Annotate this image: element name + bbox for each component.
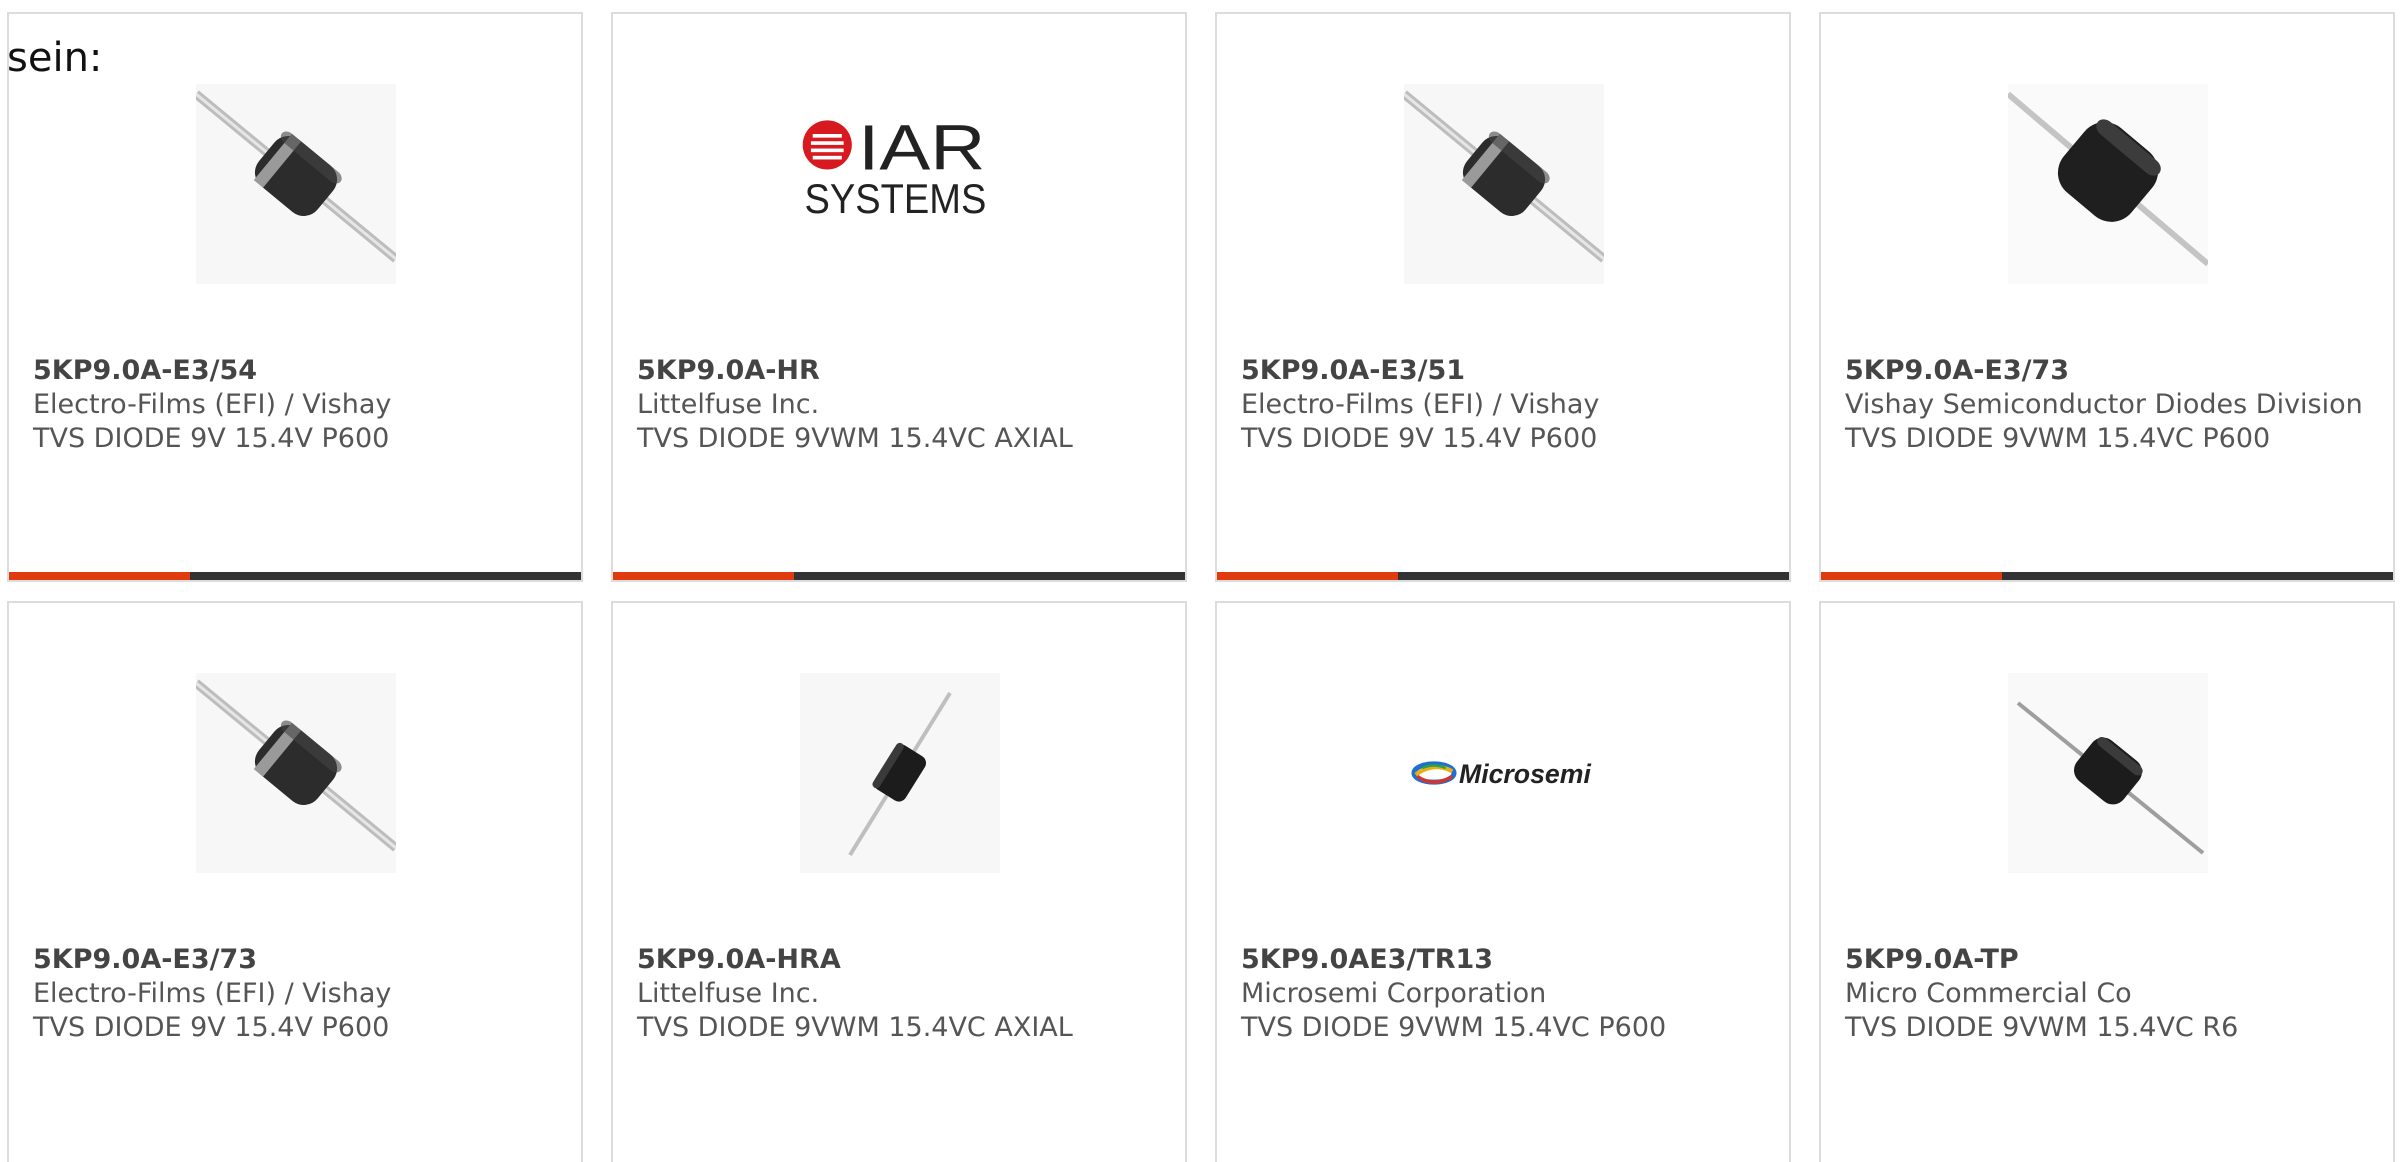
iar-systems-logo: IAR SYSTEMS bbox=[802, 112, 987, 222]
product-image[interactable] bbox=[196, 673, 396, 873]
product-info: 5KP9.0A-E3/73 Vishay Semiconductor Diode… bbox=[1845, 354, 2369, 456]
intro-text: sein: bbox=[7, 35, 103, 81]
part-number-link[interactable]: 5KP9.0A-E3/73 bbox=[33, 943, 557, 977]
part-number-link[interactable]: 5KP9.0A-E3/54 bbox=[33, 354, 557, 388]
product-card[interactable]: 5KP9.0A-TP Micro Commercial Co TVS DIODE… bbox=[1819, 601, 2395, 1162]
card-bar-accent bbox=[1821, 572, 2002, 580]
manufacturer: Electro-Films (EFI) / Vishay bbox=[33, 978, 392, 1009]
axial-diode-small-icon bbox=[800, 673, 1000, 873]
microsemi-logo-word: Microsemi bbox=[1459, 759, 1591, 789]
manufacturer: Electro-Films (EFI) / Vishay bbox=[1241, 389, 1600, 420]
card-progress-bar bbox=[1217, 572, 1789, 580]
card-bar-accent bbox=[613, 572, 794, 580]
card-progress-bar bbox=[1821, 572, 2393, 580]
card-bar-accent bbox=[9, 572, 190, 580]
product-card[interactable]: Microsemi 5KP9.0AE3/TR13 Microsemi Corpo… bbox=[1215, 601, 1791, 1162]
page: sein: 5KP9.0A-E3/54 Electro-Films (EFI) … bbox=[0, 0, 2400, 1162]
part-number-link[interactable]: 5KP9.0A-E3/73 bbox=[1845, 354, 2369, 388]
part-number-link[interactable]: 5KP9.0A-E3/51 bbox=[1241, 354, 1765, 388]
product-image[interactable]: Microsemi bbox=[1404, 673, 1604, 873]
description: TVS DIODE 9VWM 15.4VC AXIAL bbox=[637, 1012, 1073, 1043]
description: TVS DIODE 9VWM 15.4VC AXIAL bbox=[637, 423, 1073, 454]
description: TVS DIODE 9V 15.4V P600 bbox=[33, 1012, 390, 1043]
description: TVS DIODE 9VWM 15.4VC P600 bbox=[1241, 1012, 1667, 1043]
manufacturer: Littelfuse Inc. bbox=[637, 978, 820, 1009]
axial-diode-large-icon bbox=[2008, 84, 2208, 284]
description: TVS DIODE 9VWM 15.4VC R6 bbox=[1845, 1012, 2239, 1043]
product-info: 5KP9.0AE3/TR13 Microsemi Corporation TVS… bbox=[1241, 943, 1765, 1045]
product-image[interactable] bbox=[2008, 84, 2208, 284]
card-bar-accent bbox=[1217, 572, 1398, 580]
product-card[interactable]: 5KP9.0A-E3/54 Electro-Films (EFI) / Vish… bbox=[7, 12, 583, 582]
product-image[interactable] bbox=[2008, 673, 2208, 873]
product-info: 5KP9.0A-E3/73 Electro-Films (EFI) / Vish… bbox=[33, 943, 557, 1045]
product-card[interactable]: 5KP9.0A-E3/73 Vishay Semiconductor Diode… bbox=[1819, 12, 2395, 582]
product-image[interactable]: IAR SYSTEMS bbox=[800, 84, 1000, 284]
manufacturer: Micro Commercial Co bbox=[1845, 978, 2132, 1009]
manufacturer: Microsemi Corporation bbox=[1241, 978, 1547, 1009]
iar-logo-word: IAR bbox=[858, 112, 985, 183]
product-info: 5KP9.0A-TP Micro Commercial Co TVS DIODE… bbox=[1845, 943, 2369, 1045]
product-info: 5KP9.0A-HR Littelfuse Inc. TVS DIODE 9VW… bbox=[637, 354, 1161, 456]
axial-diode-icon bbox=[196, 84, 396, 284]
axial-diode-r6-icon bbox=[2008, 673, 2208, 873]
description: TVS DIODE 9V 15.4V P600 bbox=[1241, 423, 1598, 454]
product-info: 5KP9.0A-HRA Littelfuse Inc. TVS DIODE 9V… bbox=[637, 943, 1161, 1045]
axial-diode-icon bbox=[1404, 84, 1604, 284]
part-number-link[interactable]: 5KP9.0AE3/TR13 bbox=[1241, 943, 1765, 977]
product-card[interactable]: IAR SYSTEMS 5KP9.0A-HR Littelfuse Inc. T… bbox=[611, 12, 1187, 582]
part-number-link[interactable]: 5KP9.0A-HRA bbox=[637, 943, 1161, 977]
card-progress-bar bbox=[9, 572, 581, 580]
product-info: 5KP9.0A-E3/54 Electro-Films (EFI) / Vish… bbox=[33, 354, 557, 456]
product-image[interactable] bbox=[800, 673, 1000, 873]
microsemi-logo: Microsemi bbox=[1411, 759, 1591, 789]
description: TVS DIODE 9VWM 15.4VC P600 bbox=[1845, 423, 2271, 454]
product-card[interactable]: 5KP9.0A-E3/73 Electro-Films (EFI) / Vish… bbox=[7, 601, 583, 1162]
product-image[interactable] bbox=[196, 84, 396, 284]
product-image[interactable] bbox=[1404, 84, 1604, 284]
part-number-link[interactable]: 5KP9.0A-TP bbox=[1845, 943, 2369, 977]
axial-diode-icon bbox=[196, 673, 396, 873]
manufacturer: Electro-Films (EFI) / Vishay bbox=[33, 389, 392, 420]
product-info: 5KP9.0A-E3/51 Electro-Films (EFI) / Vish… bbox=[1241, 354, 1765, 456]
product-card[interactable]: 5KP9.0A-E3/51 Electro-Films (EFI) / Vish… bbox=[1215, 12, 1791, 582]
iar-logo-sub: SYSTEMS bbox=[805, 175, 987, 222]
description: TVS DIODE 9V 15.4V P600 bbox=[33, 423, 390, 454]
manufacturer: Littelfuse Inc. bbox=[637, 389, 820, 420]
manufacturer: Vishay Semiconductor Diodes Division bbox=[1845, 389, 2363, 420]
product-card[interactable]: 5KP9.0A-HRA Littelfuse Inc. TVS DIODE 9V… bbox=[611, 601, 1187, 1162]
part-number-link[interactable]: 5KP9.0A-HR bbox=[637, 354, 1161, 388]
card-progress-bar bbox=[613, 572, 1185, 580]
